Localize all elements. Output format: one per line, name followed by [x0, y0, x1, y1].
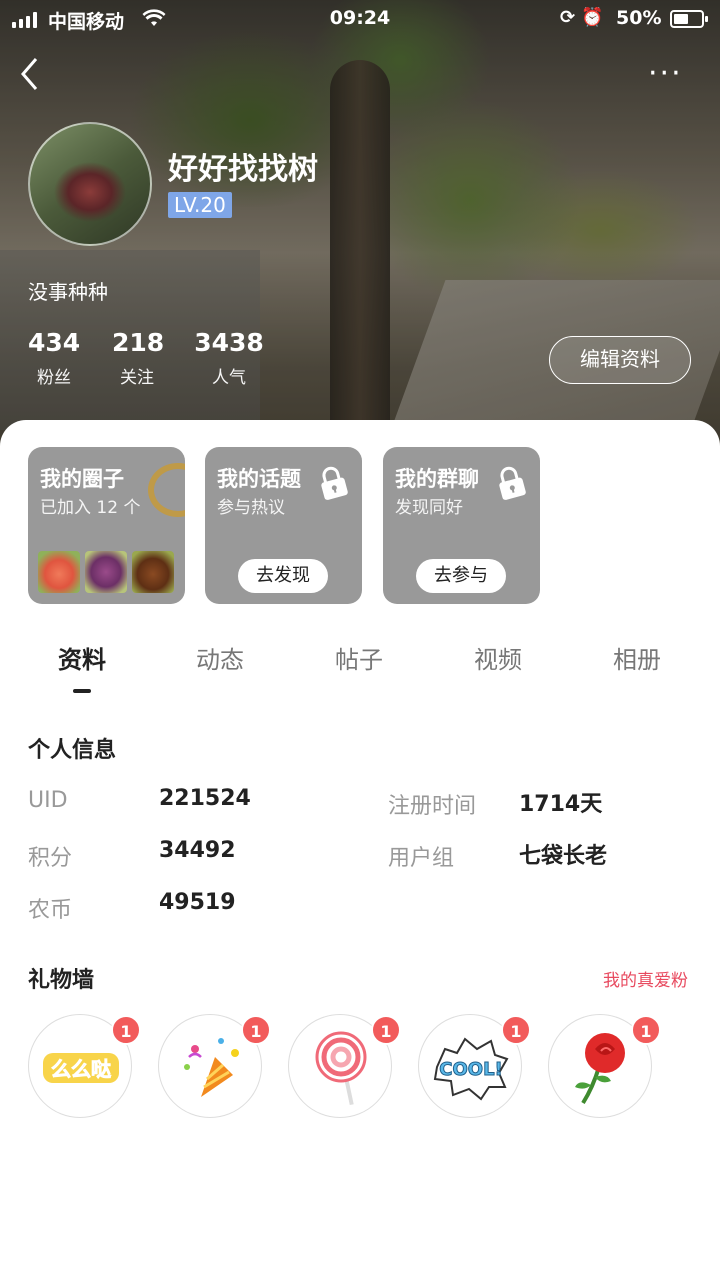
user-group-value: 七袋长老 [519, 844, 608, 869]
gift-count-badge: 1 [631, 1015, 661, 1045]
alarm-icon: ⟳ ⏰ [560, 7, 604, 28]
back-icon[interactable] [18, 56, 48, 92]
register-value: 1714天 [519, 792, 603, 817]
gift-item[interactable]: 1 [288, 1014, 401, 1118]
uid-label: UID [28, 788, 68, 813]
cool-sticker-icon: COOL! [433, 1037, 509, 1101]
battery-percent: 50% [616, 7, 662, 29]
personal-info-title: 个人信息 [28, 738, 117, 763]
more-options-icon[interactable]: ··· [648, 56, 683, 91]
register-label: 注册时间 [388, 794, 477, 819]
memeda-text-icon: 么么哒 [43, 1053, 119, 1083]
battery-icon [670, 10, 708, 28]
discover-button[interactable]: 去发现 [238, 559, 328, 593]
tab-videos[interactable]: 视频 [438, 640, 558, 675]
circle-logo-icon [148, 463, 185, 517]
gift-count-badge: 1 [111, 1015, 141, 1045]
stat-following[interactable]: 218 关注 [112, 328, 164, 388]
circle-thumbnails [38, 551, 174, 593]
stat-popularity[interactable]: 3438 人气 [194, 328, 264, 388]
true-fans-link[interactable]: 我的真爱粉 [603, 966, 688, 991]
svg-text:么么哒: 么么哒 [51, 1057, 112, 1081]
lock-icon [321, 466, 348, 500]
active-tab-indicator [73, 689, 91, 693]
gift-item[interactable]: COOL! 1 [418, 1014, 531, 1118]
gift-count-badge: 1 [241, 1015, 271, 1045]
stat-followers[interactable]: 434 粉丝 [28, 328, 80, 388]
join-button[interactable]: 去参与 [416, 559, 506, 593]
lollipop-icon [315, 1031, 367, 1106]
user-group-label: 用户组 [388, 846, 455, 871]
grape-thumbnail [85, 551, 127, 593]
coins-value: 49519 [159, 890, 236, 915]
points-label: 积分 [28, 846, 73, 871]
uid-value: 221524 [159, 786, 251, 811]
gift-item[interactable]: 1 [548, 1014, 661, 1118]
svg-text:COOL!: COOL! [439, 1059, 503, 1080]
user-bio: 没事种种 [28, 280, 108, 304]
points-value: 34492 [159, 838, 236, 863]
lock-icon [499, 466, 526, 500]
username: 好好找找树 [168, 152, 318, 187]
chestnut-thumbnail [132, 551, 174, 593]
tab-profile[interactable]: 资料 [22, 640, 142, 675]
rose-icon [575, 1033, 625, 1105]
gift-item[interactable]: 么么哒 1 [28, 1014, 141, 1118]
tab-albums[interactable]: 相册 [577, 640, 697, 675]
peach-thumbnail [38, 551, 80, 593]
gift-item[interactable]: 1 [158, 1014, 271, 1118]
avatar[interactable] [28, 122, 152, 246]
my-group-chats-card[interactable]: 我的群聊 发现同好 去参与 [383, 447, 540, 604]
tab-activity[interactable]: 动态 [160, 640, 280, 675]
tab-posts[interactable]: 帖子 [299, 640, 419, 675]
gift-count-badge: 1 [501, 1015, 531, 1045]
my-circles-card[interactable]: 我的圈子 已加入 12 个 [28, 447, 185, 604]
status-bar: 中国移动 09:24 ⟳ ⏰ 50% [0, 0, 720, 40]
level-badge: LV.20 [168, 192, 232, 218]
clock: 09:24 [329, 7, 391, 29]
gift-count-badge: 1 [371, 1015, 401, 1045]
gift-wall-title: 礼物墙 [28, 968, 95, 993]
profile-tabs: 资料 动态 帖子 视频 相册 [0, 640, 720, 700]
coins-label: 农币 [28, 898, 73, 923]
party-popper-icon [184, 1038, 239, 1097]
edit-profile-button[interactable]: 编辑资料 [549, 336, 691, 384]
my-topics-card[interactable]: 我的话题 参与热议 去发现 [205, 447, 362, 604]
